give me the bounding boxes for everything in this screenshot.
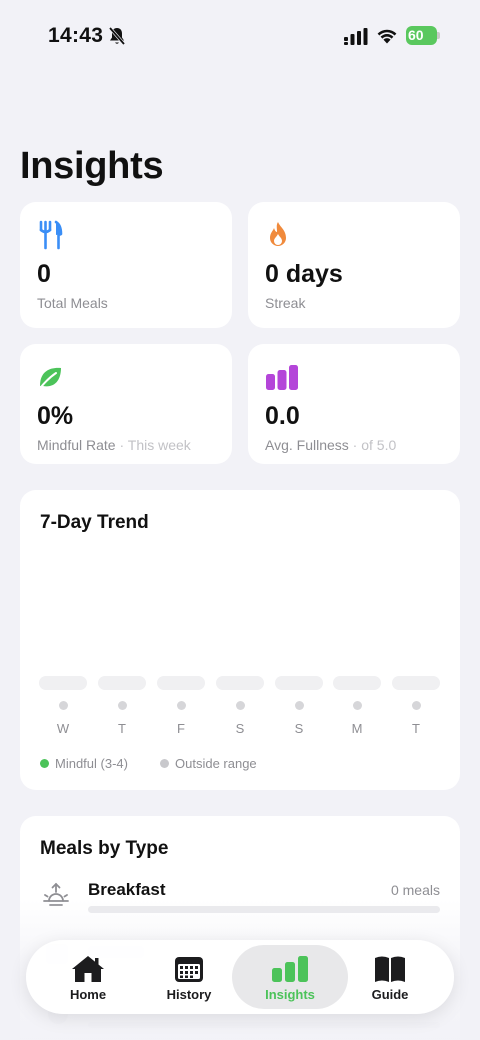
stat-card-avg-fullness: 0.0 Avg. Fullness · of 5.0 [248,344,460,464]
trend-bar [157,676,205,690]
trend-bar [275,676,323,690]
legend-dot-mindful [40,759,49,768]
wifi-icon [377,29,397,44]
tab-label: Guide [371,987,409,1002]
stat-card-mindful-rate: 0% Mindful Rate · This week [20,344,232,464]
trend-dot [353,701,362,710]
battery-icon: 60 [406,26,440,45]
trend-day-label: M [351,721,363,736]
stat-card-total-meals: 0 Total Meals [20,202,232,328]
section-title: Meals by Type [40,838,169,859]
trend-day-label: T [412,721,420,736]
stat-value: 0.0 [265,402,300,430]
tab-bar: Home History Insights Guide [26,940,454,1014]
house-icon [72,956,104,982]
calendar-icon [175,957,203,982]
tab-guide[interactable]: Guide [334,945,446,1009]
status-time: 14:43 [48,24,104,47]
trend-day-label: W [56,721,70,736]
trend-day-label: S [235,721,245,736]
trend-dot [177,701,186,710]
trend-dot [59,701,68,710]
leaf-icon [40,367,61,388]
fork-knife-icon [39,220,63,250]
stat-value: 0% [37,402,74,430]
cellular-signal-icon [344,28,368,45]
trend-dot [236,701,245,710]
tab-history[interactable]: History [133,945,245,1009]
page-title: Insights [20,145,164,187]
trend-day-label: T [118,721,126,736]
stat-label: Mindful Rate · This week [37,437,191,453]
status-bar: 14:43 60 [0,0,480,72]
tab-insights[interactable]: Insights [232,945,348,1009]
meal-type-label: Breakfast [88,880,166,899]
legend-dot-outside [160,759,169,768]
stat-label: Streak [265,295,306,311]
stat-card-streak: 0 days Streak [248,202,460,328]
battery-percent: 60 [408,27,424,43]
tab-label: Insights [265,987,315,1002]
flame-icon [270,222,286,246]
tab-label: History [166,987,212,1002]
stat-label: Avg. Fullness · of 5.0 [265,437,397,453]
stat-value: 0 days [265,260,343,288]
meal-type-count: 0 meals [390,882,440,898]
tab-label: Home [69,987,107,1002]
legend-outside-range: Outside range [160,756,257,771]
book-icon [375,956,405,982]
trend-dot [295,701,304,710]
trend-bar [98,676,146,690]
bar-chart-icon [272,956,308,982]
trend-day-label: S [294,721,304,736]
bell-slash-icon [108,26,126,46]
trend-dot [412,701,421,710]
trend-bar [39,676,87,690]
stat-label: Total Meals [37,295,108,311]
trend-day-label: F [177,721,185,736]
tab-home[interactable]: Home [32,945,144,1009]
trend-bar [216,676,264,690]
trend-bar [392,676,440,690]
section-title: 7-Day Trend [40,512,149,533]
legend-mindful: Mindful (3-4) [40,756,128,771]
trend-dot [118,701,127,710]
trend-bar [333,676,381,690]
bar-chart-icon [266,365,298,390]
stat-value: 0 [37,260,51,288]
seven-day-trend-card: 7-Day Trend W T F S S M T Mindful (3-4) … [20,490,460,790]
